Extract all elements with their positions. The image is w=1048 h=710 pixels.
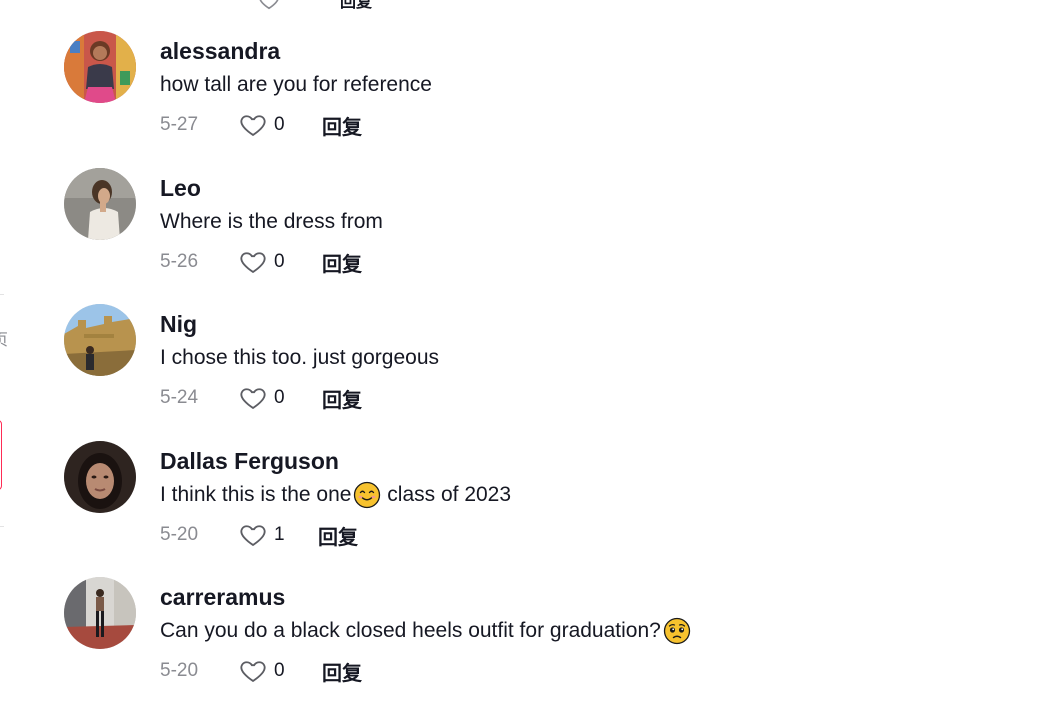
like-count: 0 — [274, 660, 285, 681]
previous-comment-actions: 回复 — [258, 0, 372, 12]
sidebar-button-fragment[interactable] — [0, 420, 2, 490]
like-button[interactable]: 0 — [238, 248, 322, 276]
reply-button[interactable]: 回复 — [318, 521, 358, 550]
comment-meta: 5-24 0 回复 — [160, 383, 439, 413]
heart-icon[interactable] — [238, 248, 268, 276]
like-count: 0 — [274, 114, 285, 135]
heart-icon[interactable] — [238, 384, 268, 412]
comment-meta: 5-27 0 回复 — [160, 110, 432, 140]
like-count: 0 — [274, 387, 285, 408]
comment-text: I chose this too. just gorgeous — [160, 343, 439, 373]
like-count: 1 — [274, 524, 285, 545]
reply-button[interactable]: 回复 — [340, 0, 372, 12]
reply-button[interactable]: 回复 — [322, 248, 362, 277]
heart-icon[interactable] — [238, 657, 268, 685]
avatar[interactable] — [64, 31, 136, 103]
heart-icon[interactable] — [258, 0, 280, 11]
comment-text: Can you do a black closed heels outfit f… — [160, 616, 691, 646]
comment-meta: 5-26 0 回复 — [160, 247, 383, 277]
comment-item: Nig I chose this too. just gorgeous 5-24… — [64, 304, 1004, 424]
comment-item: alessandra how tall are you for referenc… — [64, 31, 1004, 151]
sidebar-divider — [0, 294, 4, 295]
comments-panel: 页 回复 alessandra how tall are you for ref… — [0, 0, 1048, 710]
avatar[interactable] — [64, 577, 136, 649]
comment-username[interactable]: carreramus — [160, 582, 691, 612]
heart-icon[interactable] — [238, 111, 268, 139]
comment-meta: 5-20 0 回复 — [160, 656, 691, 686]
comment-username[interactable]: Leo — [160, 173, 383, 203]
comment-text-body: how tall are you for reference — [160, 73, 432, 96]
like-button[interactable]: 1 — [238, 521, 318, 549]
like-button[interactable]: 0 — [238, 657, 322, 685]
like-button[interactable]: 0 — [238, 111, 322, 139]
pleading-face-emoji-icon — [663, 617, 691, 645]
comment-text-body: Can you do a black closed heels outfit f… — [160, 619, 661, 642]
reply-button[interactable]: 回复 — [322, 657, 362, 686]
sidebar-text-fragment: 页 — [0, 332, 9, 349]
like-count: 0 — [274, 251, 285, 272]
comment-date: 5-20 — [160, 524, 199, 545]
smiling-face-emoji-icon — [353, 481, 381, 509]
comment-username[interactable]: Dallas Ferguson — [160, 446, 511, 476]
comment-item: carreramus Can you do a black closed hee… — [64, 577, 1004, 697]
comment-text-body: I think this is the one — [160, 483, 352, 506]
comment-text-body: Where is the dress from — [160, 210, 383, 233]
comment-meta: 5-20 1 回复 — [160, 520, 511, 550]
avatar[interactable] — [64, 304, 136, 376]
comment-item: Dallas Ferguson I think this is the one — [64, 441, 1004, 561]
comment-username[interactable]: Nig — [160, 309, 439, 339]
like-button[interactable]: 0 — [238, 384, 322, 412]
comment-text-continued: class of 2023 — [381, 483, 512, 506]
sidebar-divider — [0, 526, 4, 527]
heart-icon[interactable] — [238, 521, 268, 549]
comment-date: 5-27 — [160, 114, 199, 135]
comment-date: 5-20 — [160, 660, 199, 681]
avatar[interactable] — [64, 168, 136, 240]
reply-button[interactable]: 回复 — [322, 111, 362, 140]
comment-date: 5-24 — [160, 387, 199, 408]
comment-text: Where is the dress from — [160, 207, 383, 237]
avatar[interactable] — [64, 441, 136, 513]
comment-text: I think this is the one class of 2023 — [160, 480, 511, 510]
comment-item: Leo Where is the dress from 5-26 0 回复 — [64, 168, 1004, 288]
comment-text: how tall are you for reference — [160, 70, 432, 100]
comment-username[interactable]: alessandra — [160, 36, 432, 66]
reply-button[interactable]: 回复 — [322, 384, 362, 413]
comment-date: 5-26 — [160, 251, 199, 272]
comment-text-body: I chose this too. just gorgeous — [160, 346, 439, 369]
